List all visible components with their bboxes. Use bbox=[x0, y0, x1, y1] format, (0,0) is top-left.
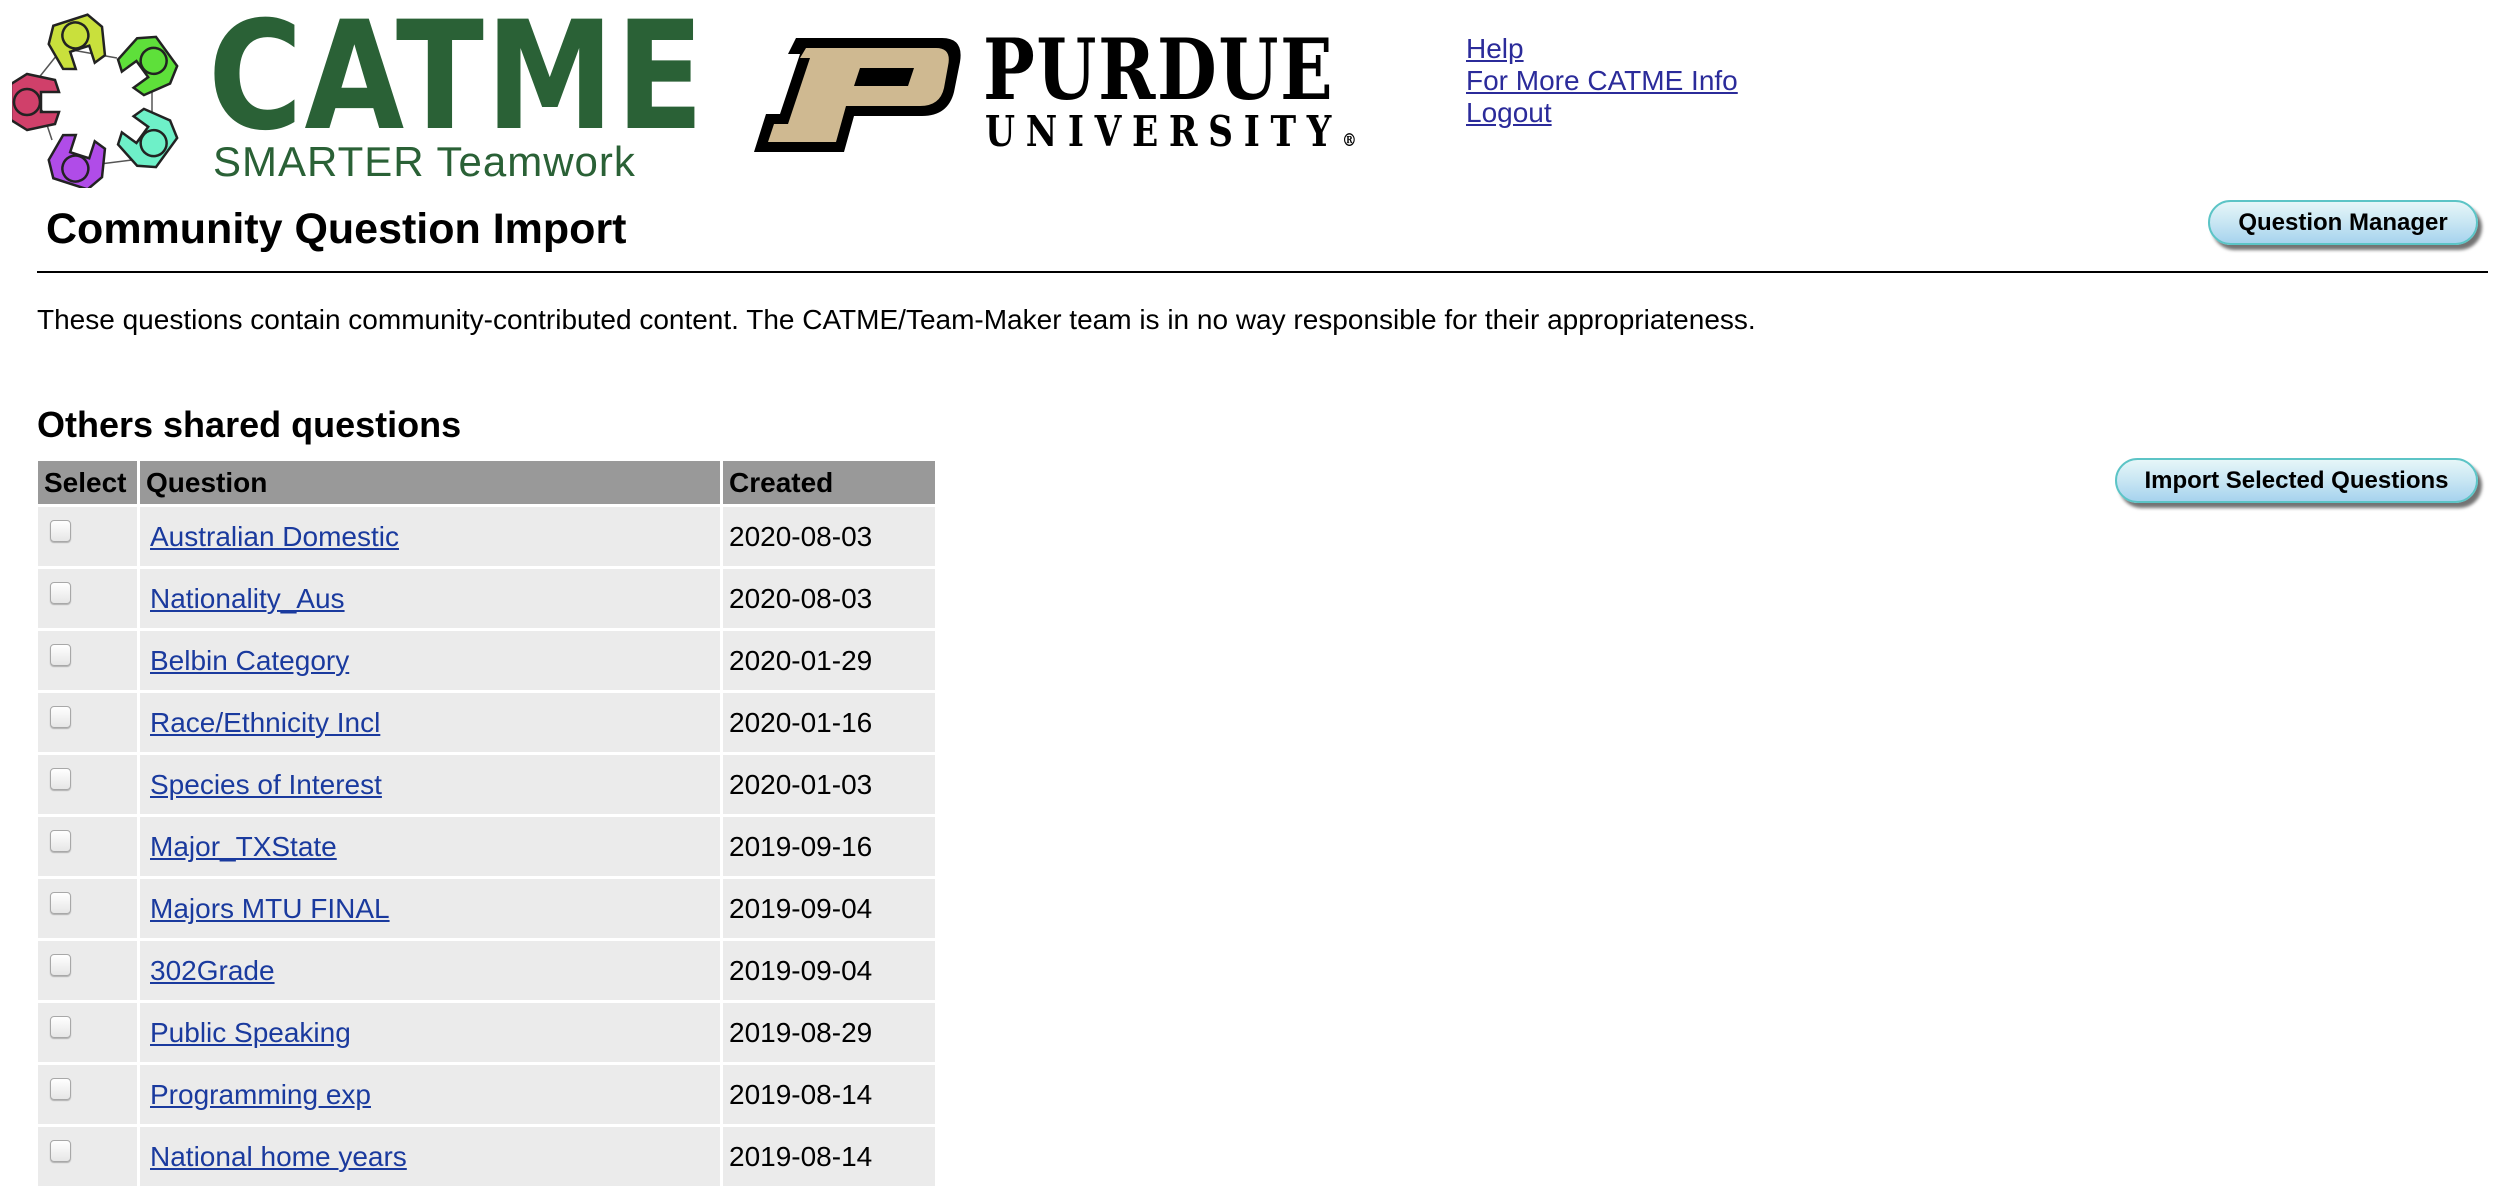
select-checkbox[interactable] bbox=[50, 582, 71, 604]
title-divider bbox=[37, 271, 2488, 273]
question-cell: Belbin Category bbox=[140, 631, 720, 690]
catme-team-circle-icon bbox=[12, 13, 179, 188]
figure-yellow-icon bbox=[47, 13, 107, 71]
column-header-question: Question bbox=[140, 461, 720, 504]
question-link[interactable]: Race/Ethnicity Incl bbox=[150, 707, 380, 738]
shared-questions-table: Select Question Created Australian Domes… bbox=[35, 458, 938, 1189]
catme-tagline: SMARTER Teamwork bbox=[213, 138, 636, 185]
question-cell: Species of Interest bbox=[140, 755, 720, 814]
select-cell bbox=[38, 1065, 137, 1124]
figure-purple-icon bbox=[47, 133, 107, 188]
select-cell bbox=[38, 507, 137, 566]
page-title: Community Question Import bbox=[46, 205, 627, 253]
select-cell bbox=[38, 569, 137, 628]
question-link[interactable]: Nationality_Aus bbox=[150, 583, 345, 614]
registered-mark: ® bbox=[1342, 130, 1357, 151]
question-cell: Race/Ethnicity Incl bbox=[140, 693, 720, 752]
select-checkbox[interactable] bbox=[50, 830, 71, 852]
question-cell: Nationality_Aus bbox=[140, 569, 720, 628]
select-checkbox[interactable] bbox=[50, 1140, 71, 1162]
select-checkbox[interactable] bbox=[50, 1016, 71, 1038]
select-checkbox[interactable] bbox=[50, 520, 71, 542]
question-cell: Australian Domestic bbox=[140, 507, 720, 566]
table-row: Belbin Category 2020-01-29 bbox=[38, 631, 935, 690]
created-date: 2020-01-03 bbox=[723, 755, 935, 814]
created-date: 2019-09-16 bbox=[723, 817, 935, 876]
created-date: 2020-08-03 bbox=[723, 569, 935, 628]
select-cell bbox=[38, 755, 137, 814]
select-cell bbox=[38, 631, 137, 690]
logout-link[interactable]: Logout bbox=[1466, 97, 1738, 129]
figure-green-icon bbox=[116, 35, 179, 97]
table-row: Nationality_Aus 2020-08-03 bbox=[38, 569, 935, 628]
table-row: Race/Ethnicity Incl 2020-01-16 bbox=[38, 693, 935, 752]
purdue-name: PURDUE bbox=[983, 20, 1335, 119]
created-date: 2019-09-04 bbox=[723, 879, 935, 938]
question-cell: Majors MTU FINAL bbox=[140, 879, 720, 938]
purdue-p-icon bbox=[754, 38, 961, 152]
column-header-created: Created bbox=[723, 461, 935, 504]
table-row: Public Speaking 2019-08-29 bbox=[38, 1003, 935, 1062]
select-cell bbox=[38, 879, 137, 938]
table-row: Majors MTU FINAL 2019-09-04 bbox=[38, 879, 935, 938]
select-cell bbox=[38, 941, 137, 1000]
question-cell: Major_TXState bbox=[140, 817, 720, 876]
select-cell bbox=[38, 693, 137, 752]
question-cell: 302Grade bbox=[140, 941, 720, 1000]
select-checkbox[interactable] bbox=[50, 954, 71, 976]
created-date: 2020-08-03 bbox=[723, 507, 935, 566]
catme-wordmark: CATME bbox=[208, 0, 706, 164]
created-date: 2019-08-29 bbox=[723, 1003, 935, 1062]
question-cell: National home years bbox=[140, 1127, 720, 1186]
figure-pink-icon bbox=[12, 72, 61, 132]
question-link[interactable]: Major_TXState bbox=[150, 831, 337, 862]
question-link[interactable]: Majors MTU FINAL bbox=[150, 893, 390, 924]
table-row: Major_TXState 2019-09-16 bbox=[38, 817, 935, 876]
import-selected-button[interactable]: Import Selected Questions bbox=[2115, 458, 2478, 503]
created-date: 2020-01-29 bbox=[723, 631, 935, 690]
select-checkbox[interactable] bbox=[50, 706, 71, 728]
section-heading: Others shared questions bbox=[37, 404, 462, 445]
select-cell bbox=[38, 1127, 137, 1186]
question-cell: Programming exp bbox=[140, 1065, 720, 1124]
question-link[interactable]: Species of Interest bbox=[150, 769, 382, 800]
created-date: 2019-09-04 bbox=[723, 941, 935, 1000]
top-nav-links: Help For More CATME Info Logout bbox=[1466, 33, 1738, 129]
figure-teal-icon bbox=[116, 107, 179, 169]
purdue-subtitle: UNIVERSITY® bbox=[985, 110, 1357, 163]
purdue-subtitle-text: UNIVERSITY bbox=[985, 107, 1343, 156]
select-checkbox[interactable] bbox=[50, 768, 71, 790]
question-link[interactable]: Programming exp bbox=[150, 1079, 371, 1110]
column-header-select: Select bbox=[38, 461, 137, 504]
question-link[interactable]: Australian Domestic bbox=[150, 521, 399, 552]
question-link[interactable]: Belbin Category bbox=[150, 645, 349, 676]
question-manager-button[interactable]: Question Manager bbox=[2208, 200, 2478, 245]
more-catme-info-link[interactable]: For More CATME Info bbox=[1466, 65, 1738, 97]
table-header-row: Select Question Created bbox=[38, 461, 935, 504]
question-link[interactable]: National home years bbox=[150, 1141, 407, 1172]
help-link[interactable]: Help bbox=[1466, 33, 1738, 65]
table-row: Programming exp 2019-08-14 bbox=[38, 1065, 935, 1124]
select-checkbox[interactable] bbox=[50, 1078, 71, 1100]
table-body: Australian Domestic 2020-08-03 Nationality… bbox=[38, 507, 935, 1186]
question-cell: Public Speaking bbox=[140, 1003, 720, 1062]
created-date: 2020-01-16 bbox=[723, 693, 935, 752]
select-cell bbox=[38, 817, 137, 876]
question-link[interactable]: Public Speaking bbox=[150, 1017, 351, 1048]
created-date: 2019-08-14 bbox=[723, 1065, 935, 1124]
select-checkbox[interactable] bbox=[50, 892, 71, 914]
select-checkbox[interactable] bbox=[50, 644, 71, 666]
table-row: 302Grade 2019-09-04 bbox=[38, 941, 935, 1000]
created-date: 2019-08-14 bbox=[723, 1127, 935, 1186]
table-row: National home years 2019-08-14 bbox=[38, 1127, 935, 1186]
table-row: Australian Domestic 2020-08-03 bbox=[38, 507, 935, 566]
select-cell bbox=[38, 1003, 137, 1062]
table-row: Species of Interest 2020-01-03 bbox=[38, 755, 935, 814]
disclaimer-text: These questions contain community-contri… bbox=[37, 304, 1756, 335]
question-link[interactable]: 302Grade bbox=[150, 955, 275, 986]
